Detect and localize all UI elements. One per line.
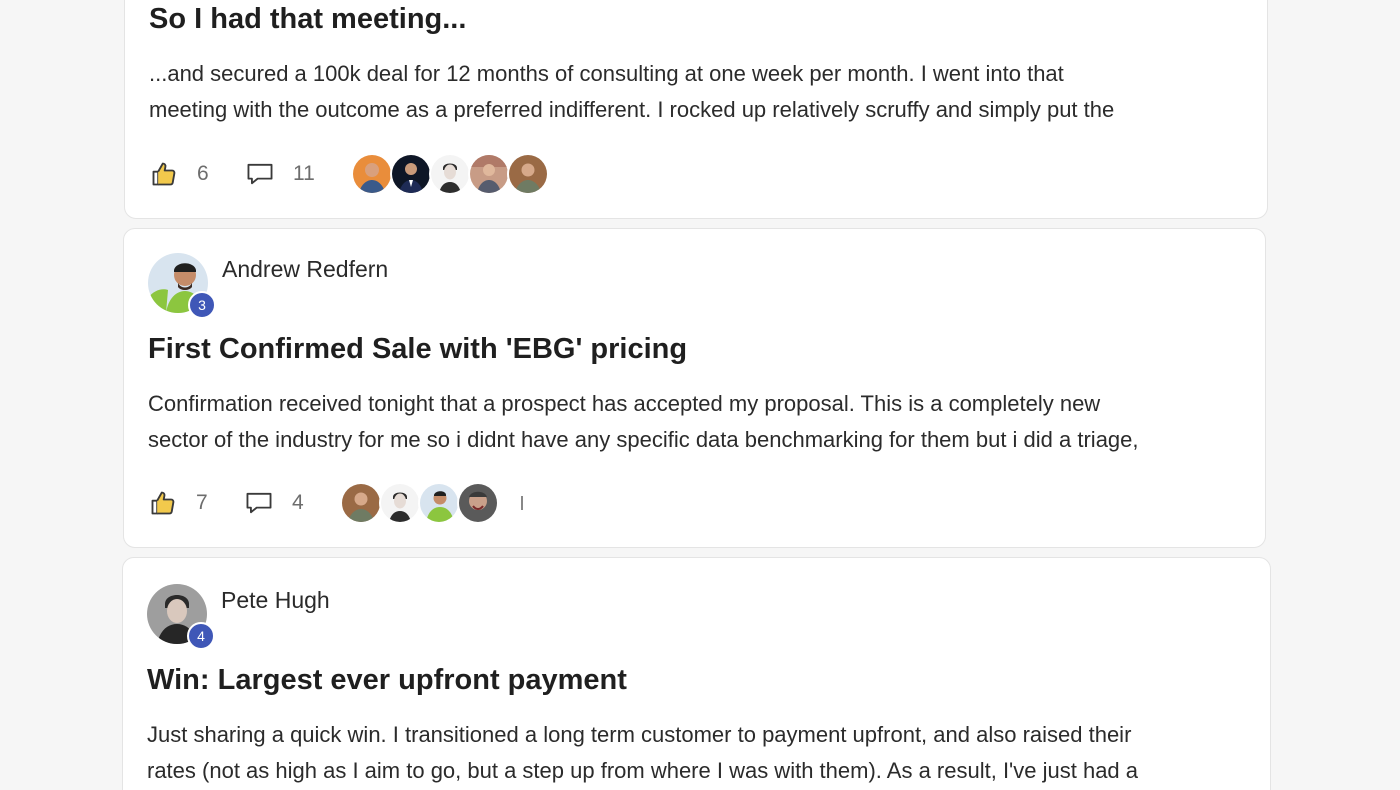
post-author: 3 Andrew Redfern	[148, 253, 388, 319]
avatar[interactable]	[457, 482, 499, 524]
commenter-avatars[interactable]	[350, 153, 549, 195]
like-count: 6	[197, 162, 209, 185]
post-body-line: Just sharing a quick win. I transitioned…	[147, 722, 1132, 747]
avatar[interactable]	[428, 153, 471, 195]
thumbs-up-icon[interactable]	[148, 488, 178, 518]
post-body-line: ...and secured a 100k deal for 12 months…	[149, 61, 1064, 86]
avatar[interactable]	[340, 482, 382, 524]
post-title[interactable]: First Confirmed Sale with 'EBG' pricing	[148, 333, 687, 366]
avatar[interactable]	[379, 482, 421, 524]
level-badge: 4	[187, 622, 215, 650]
post-author: 4 Pete Hugh	[147, 584, 330, 650]
post-title[interactable]: Win: Largest ever upfront payment	[147, 664, 627, 697]
commenter-avatars[interactable]	[340, 482, 499, 524]
post-feed: So I had that meeting... ...and secured …	[0, 0, 1400, 790]
post-body-preview[interactable]: ...and secured a 100k deal for 12 months…	[149, 56, 1244, 128]
post-body-line: rates (not as high as I aim to go, but a…	[147, 758, 1139, 783]
post-body-line: meeting with the outcome as a preferred …	[149, 97, 1115, 122]
avatar[interactable]	[467, 153, 510, 195]
level-badge: 3	[188, 291, 216, 319]
like-count: 7	[196, 491, 208, 514]
post-body-line: Confirmation received tonight that a pro…	[148, 391, 1101, 416]
avatar[interactable]	[350, 153, 393, 195]
author-avatar[interactable]: 4	[147, 584, 215, 650]
author-name[interactable]: Pete Hugh	[221, 587, 330, 614]
post-stats: 7 4	[148, 482, 523, 524]
comment-count: 11	[293, 162, 315, 185]
text-cursor	[521, 496, 523, 510]
author-avatar[interactable]: 3	[148, 253, 216, 319]
post-card[interactable]: 4 Pete Hugh Win: Largest ever upfront pa…	[122, 557, 1271, 790]
avatar[interactable]	[389, 153, 432, 195]
post-body-preview[interactable]: Confirmation received tonight that a pro…	[148, 386, 1243, 458]
post-body-line: sector of the industry for me so i didnt…	[148, 427, 1139, 452]
comment-bubble-icon[interactable]	[245, 159, 275, 189]
post-title[interactable]: So I had that meeting...	[149, 3, 466, 36]
post-card[interactable]: So I had that meeting... ...and secured …	[124, 0, 1268, 219]
avatar[interactable]	[418, 482, 460, 524]
post-body-preview[interactable]: Just sharing a quick win. I transitioned…	[147, 717, 1242, 789]
author-name[interactable]: Andrew Redfern	[222, 256, 388, 283]
post-stats: 6 11	[149, 153, 549, 195]
post-card[interactable]: 3 Andrew Redfern First Confirmed Sale wi…	[123, 228, 1266, 548]
comment-count: 4	[292, 491, 304, 514]
thumbs-up-icon[interactable]	[149, 159, 179, 189]
comment-bubble-icon[interactable]	[244, 488, 274, 518]
avatar[interactable]	[506, 153, 549, 195]
